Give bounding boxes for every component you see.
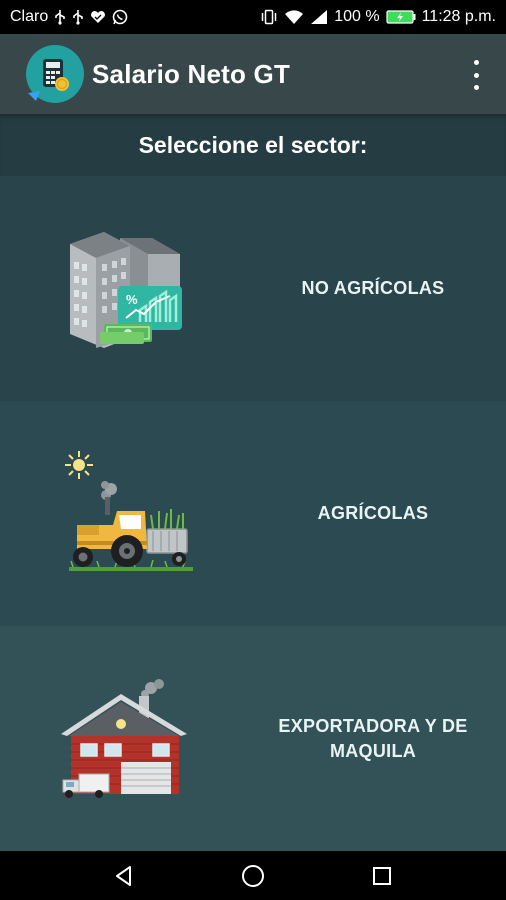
whatsapp-icon (112, 9, 128, 25)
navigation-bar (0, 851, 506, 900)
battery-percent: 100 % (334, 8, 380, 25)
section-header: Seleccione el sector: (0, 114, 506, 176)
status-left: Claro (10, 8, 128, 26)
usb-icon (72, 9, 84, 25)
sector-no-agricolas[interactable]: % NO AGRÍCOLAS (0, 176, 506, 401)
vibrate-icon (260, 9, 278, 25)
home-icon[interactable] (233, 856, 273, 896)
sector-agricolas[interactable]: AGRÍCOLAS (0, 401, 506, 626)
sector-label: AGRÍCOLAS (317, 503, 429, 524)
carrier-label: Claro (10, 8, 49, 25)
recents-icon[interactable] (362, 856, 402, 896)
sector-label: EXPORTADORA Y DE MAQUILA (278, 716, 468, 761)
factory-icon (0, 626, 250, 851)
svg-text:%: % (126, 292, 138, 307)
tractor-icon (0, 401, 250, 626)
status-bar: Claro 100 % 11:28 p.m. (0, 0, 506, 34)
office-buildings-icon: % (0, 176, 250, 401)
app-bar: Salario Neto GT (0, 34, 506, 114)
sector-label: NO AGRÍCOLAS (301, 278, 445, 299)
overflow-menu-icon[interactable] (464, 60, 488, 90)
section-header-text: Seleccione el sector: (138, 131, 368, 158)
status-right: 100 % 11:28 p.m. (260, 8, 496, 26)
status-time: 11:28 p.m. (421, 8, 496, 25)
heart-icon (90, 10, 106, 24)
sector-exportadora-maquila[interactable]: EXPORTADORA Y DE MAQUILA (0, 626, 506, 851)
back-icon[interactable] (104, 856, 144, 896)
app-title: Salario Neto GT (92, 58, 291, 89)
battery-charging-icon (385, 9, 416, 25)
wifi-icon (284, 9, 304, 25)
signal-icon (310, 9, 328, 25)
usb-icon (54, 9, 66, 25)
calculator-money-icon (26, 45, 84, 103)
